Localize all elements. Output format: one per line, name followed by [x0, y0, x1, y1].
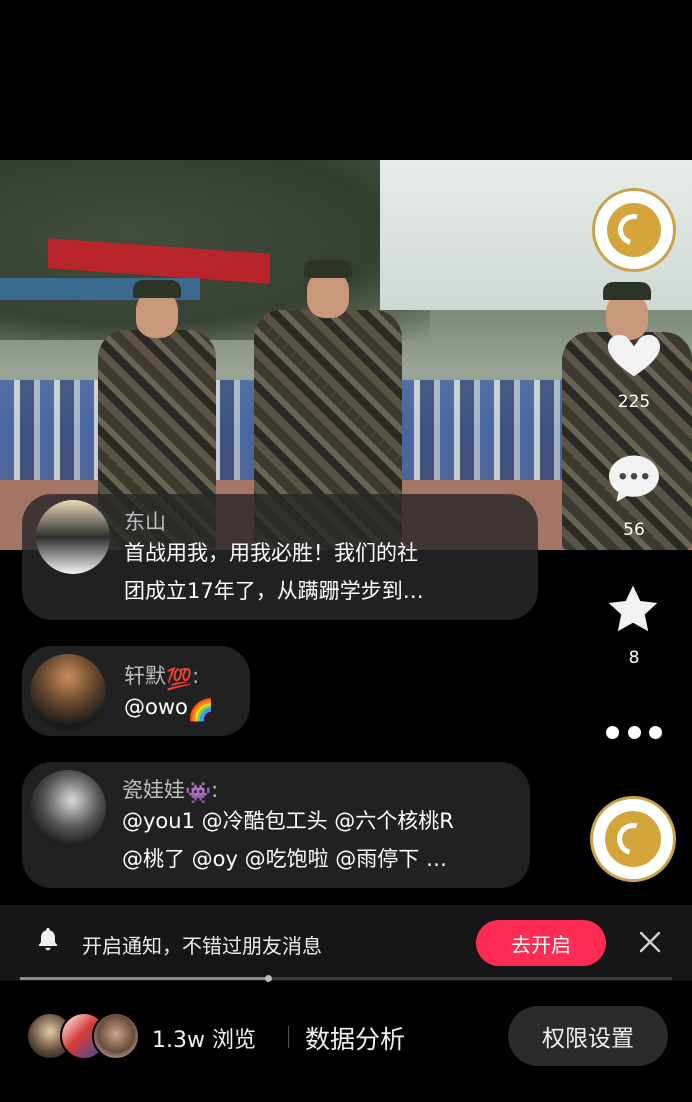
comment-count: 56 [623, 520, 645, 540]
heart-icon[interactable] [603, 322, 665, 384]
school-logo-disc-icon[interactable] [590, 796, 676, 882]
progress-fill [20, 977, 268, 980]
bell-icon [38, 927, 58, 951]
favorite-count: 8 [628, 648, 640, 668]
like-count: 225 [617, 392, 651, 412]
comment-icon[interactable] [604, 448, 664, 508]
comment-text-line1: 首战用我，用我必胜！我们的社 [124, 541, 418, 565]
comment-username: 东山 [124, 510, 166, 534]
enable-notification-button[interactable]: 去开启 [476, 920, 606, 966]
comment-text-line2: 团成立17年了，从蹒跚学步到… [124, 579, 424, 603]
comment-text-line1: @you1 @冷酷包工头 @六个核桃R [122, 809, 454, 833]
avatar[interactable] [36, 500, 110, 574]
comment-text-line2: @桃了 @oy @吃饱啦 @雨停下 … [122, 847, 447, 871]
notification-text: 开启通知，不错过朋友消息 [82, 934, 322, 958]
data-analysis-link[interactable]: 数据分析 [305, 1020, 405, 1056]
comment-text: @owo🌈 [124, 688, 214, 729]
more-icon[interactable] [606, 726, 662, 740]
permission-settings-button[interactable]: 权限设置 [508, 1006, 668, 1066]
video-frame[interactable] [0, 160, 692, 550]
viewer-avatar[interactable] [92, 1012, 140, 1060]
school-logo-icon [592, 188, 676, 272]
video-progress-bar[interactable] [20, 975, 672, 982]
close-icon[interactable] [638, 930, 662, 954]
avatar[interactable] [30, 654, 106, 730]
avatar[interactable] [30, 770, 106, 846]
view-count[interactable]: 1.3w 浏览 [152, 1022, 256, 1054]
divider [288, 1026, 289, 1048]
star-icon[interactable] [603, 580, 663, 640]
rainbow-emoji-icon: 🌈 [187, 698, 215, 722]
progress-knob[interactable] [264, 975, 272, 982]
